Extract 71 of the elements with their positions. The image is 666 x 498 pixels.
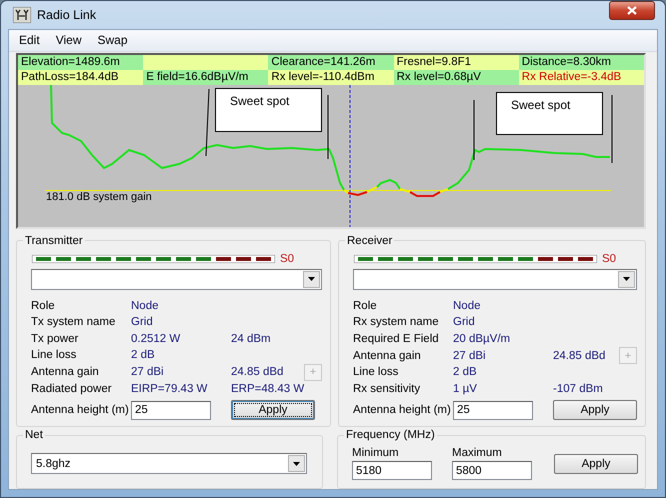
info-cell: PathLoss=184.4dB <box>18 70 144 84</box>
field-value: 24.85 dBd <box>231 366 284 378</box>
field-value: Grid <box>131 316 154 328</box>
field-value: 2 dB <box>131 349 156 362</box>
field-value: 2 dB <box>453 366 478 378</box>
group-title: Net <box>24 429 44 441</box>
field-value: 27 dBi <box>131 366 165 378</box>
field-label: Rx system name <box>353 316 440 328</box>
field-label: Line loss <box>31 349 78 362</box>
antenna-height-input[interactable]: 25 <box>453 400 533 420</box>
field-value: 24.85 dBd <box>553 350 606 362</box>
field-label: Radiated power <box>31 382 113 395</box>
field-label: Antenna gain <box>31 366 100 378</box>
info-cell: Distance=8.30km <box>518 54 644 70</box>
antenna-icon <box>13 6 31 23</box>
dropdown-arrow-icon <box>293 462 300 466</box>
signal-reading: S0 <box>280 252 294 264</box>
close-icon <box>627 6 637 16</box>
menu-item[interactable]: Edit <box>13 31 46 49</box>
field-value: 20 dBµV/m <box>453 332 512 345</box>
field-label: Role <box>31 300 56 312</box>
signal-reading: S0 <box>602 252 616 264</box>
net-dropdown[interactable]: 5.8ghz <box>31 453 307 474</box>
apply-button[interactable]: Apply <box>231 400 315 420</box>
field-value: Node <box>131 300 160 312</box>
info-cell: Rx level=0.68µV <box>394 70 519 84</box>
info-cell: E field=16.6dBµV/m <box>143 70 268 84</box>
sweet-spot-note: Sweet spot <box>215 88 322 132</box>
field-label: Antenna height (m) <box>353 404 452 416</box>
info-cell: Fresnel=9.8F1 <box>394 54 519 70</box>
group-title: Receiver <box>346 234 394 246</box>
field-label: Tx system name <box>31 316 116 328</box>
field-value: ERP=48.43 W <box>231 382 304 395</box>
system-dropdown[interactable] <box>31 268 322 290</box>
field-label: Minimum <box>352 447 400 459</box>
group-title: Transmitter <box>24 234 84 246</box>
dropdown-arrow-icon <box>623 277 630 281</box>
field-value: 27 dBi <box>453 350 487 362</box>
menu-item[interactable]: Swap <box>91 31 134 49</box>
minimum-input[interactable]: 5180 <box>352 461 432 480</box>
field-label: Rx sensitivity <box>353 382 422 395</box>
menu-item[interactable]: View <box>50 31 88 49</box>
group-title: Frequency (MHz) <box>345 429 436 441</box>
system-gain-label: 181.0 dB system gain <box>46 190 152 202</box>
field-value: -107 dBm <box>553 382 604 395</box>
info-cell: Elevation=1489.6m <box>18 54 144 70</box>
field-value: Grid <box>453 316 476 328</box>
info-cell: Rx level=-110.4dBm <box>268 70 394 84</box>
dropdown-arrow-icon <box>308 277 315 281</box>
field-label: Antenna gain <box>353 350 422 362</box>
field-label: Required E Field <box>353 332 440 345</box>
field-label: Role <box>353 300 378 312</box>
field-value: 0.2512 W <box>131 332 182 345</box>
field-label: Maximum <box>452 447 503 459</box>
system-dropdown[interactable] <box>353 268 637 290</box>
window-title: Radio Link <box>37 8 98 22</box>
field-value: 24 dBm <box>231 332 272 345</box>
info-cell: Rx Relative=-3.4dB <box>518 70 644 84</box>
field-label: Antenna height (m) <box>31 404 130 416</box>
field-value: Node <box>453 300 482 312</box>
field-label: Tx power <box>31 332 80 345</box>
apply-button[interactable]: Apply <box>553 400 637 420</box>
sweet-spot-note: Sweet spot <box>496 92 603 134</box>
field-label: Line loss <box>353 366 400 378</box>
info-cell: Clearance=141.26m <box>268 54 394 70</box>
field-value: EIRP=79.43 W <box>131 382 208 395</box>
maximum-input[interactable]: 5800 <box>452 461 532 480</box>
antenna-height-input[interactable]: 25 <box>131 400 211 420</box>
field-value: 1 µV <box>453 382 478 395</box>
apply-button[interactable]: Apply <box>554 454 638 474</box>
close-button[interactable] <box>609 1 655 20</box>
